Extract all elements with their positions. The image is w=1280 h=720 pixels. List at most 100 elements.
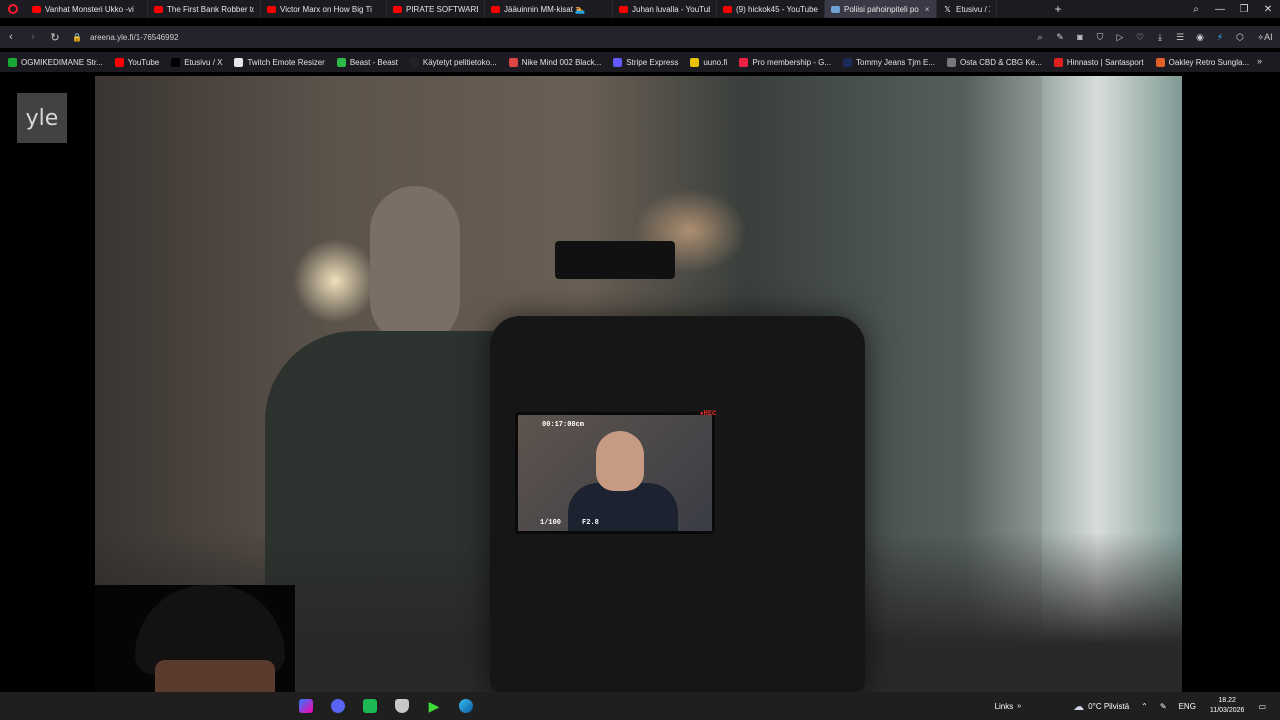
profile-icon[interactable]: ◉	[1190, 26, 1210, 48]
tab[interactable]: 𝕏 Etusivu / X	[937, 0, 997, 18]
youtube-icon	[154, 5, 163, 13]
bookmark-label: Oakley Retro Sungla...	[1168, 57, 1250, 67]
url-text: areena.yle.fi/1-76546992	[89, 32, 179, 42]
play-app-icon[interactable]: ▶	[418, 692, 450, 720]
links-label: Links	[994, 701, 1014, 711]
reload-button[interactable]: ↻	[44, 26, 66, 48]
bookmark-item[interactable]: Nike Mind 002 Black...	[508, 57, 602, 67]
tab[interactable]: The First Bank Robber to E	[148, 0, 261, 18]
bookmark-label: Nike Mind 002 Black...	[521, 57, 602, 67]
restore-button[interactable]: ❐	[1232, 0, 1256, 18]
ai-label: AI	[1264, 32, 1273, 42]
tab[interactable]: Victor Marx on How Big Ti	[261, 0, 387, 18]
clock-time: 18.22	[1218, 697, 1236, 704]
minimize-button[interactable]: —	[1208, 0, 1232, 18]
tab[interactable]: Juhan luvalla - YouTube	[613, 0, 717, 18]
edit-icon[interactable]: ✎	[1050, 26, 1070, 48]
heart-icon[interactable]: ♡	[1130, 26, 1150, 48]
copilot-icon[interactable]	[290, 692, 322, 720]
forward-button[interactable]: ›	[22, 26, 44, 48]
bookmark-item[interactable]: Pro membership - G...	[739, 57, 831, 67]
tab-label: The First Bank Robber to E	[167, 4, 254, 14]
bookmark-label: Beast - Beast	[349, 57, 398, 67]
bookmark-label: YouTube	[127, 57, 160, 67]
bookmark-item[interactable]: Oakley Retro Sungla...	[1155, 57, 1250, 67]
bookmark-item[interactable]: Stripe Express	[613, 57, 679, 67]
system-tray: Links» ☁ 0°C Pilvistä ⌃ ✎ ENG 18.22 11/03…	[989, 692, 1280, 720]
bookmark-item[interactable]: Osta CBD & CBG Ke...	[947, 57, 1042, 67]
pen-icon[interactable]: ✎	[1154, 702, 1173, 711]
extensions-icon[interactable]: ⬡	[1230, 26, 1250, 48]
back-button[interactable]: ‹	[0, 26, 22, 48]
bookmark-item[interactable]: Beast - Beast	[336, 57, 398, 67]
tab-label: Victor Marx on How Big Ti	[280, 4, 372, 14]
bookmark-item[interactable]: Tommy Jeans Tjm E...	[843, 57, 935, 67]
bookmark-item[interactable]: Etusivu / X	[171, 57, 222, 67]
search-page-icon[interactable]: ⌕	[1030, 26, 1050, 48]
tab-close-icon[interactable]: ×	[925, 5, 930, 14]
lcd-aperture: F2.8	[582, 519, 599, 527]
youtube-icon	[32, 5, 41, 13]
tab[interactable]: Poliisi pahoinpiteli po ×	[825, 0, 937, 18]
bookmark-favicon-icon	[613, 57, 623, 67]
aria-icon[interactable]: ⚡	[1210, 26, 1230, 48]
download-icon[interactable]: ⤓	[1150, 26, 1170, 48]
shield-app-icon[interactable]	[386, 692, 418, 720]
notifications-icon[interactable]: ▭	[1252, 702, 1272, 711]
language-indicator[interactable]: ENG	[1173, 702, 1202, 711]
play-icon[interactable]: ▷	[1110, 26, 1130, 48]
camera-top-mount	[555, 241, 675, 279]
bookmark-item[interactable]: Hinnasto | Santasport	[1053, 57, 1144, 67]
bookmark-favicon-icon	[508, 57, 518, 67]
bookmark-item[interactable]: YouTube	[114, 57, 160, 67]
bookmark-item[interactable]: OGMIKEDIMANE Str...	[8, 57, 103, 67]
taskbar-apps: ▶	[290, 692, 482, 720]
tab[interactable]: PIRATE SOFTWARE TRIED	[387, 0, 485, 18]
clock[interactable]: 18.22 11/03/2026	[1202, 696, 1253, 716]
bookmark-favicon-icon	[171, 57, 181, 67]
bookmark-favicon-icon	[739, 57, 749, 67]
url-field[interactable]: 🔒 areena.yle.fi/1-76546992	[72, 33, 178, 42]
tray-chevron-icon[interactable]: ⌃	[1135, 702, 1154, 711]
bookmark-label: Käytetyt pelitietoko...	[422, 57, 497, 67]
clock-date: 11/03/2026	[1209, 707, 1245, 714]
tab[interactable]: Jääuinnin MM-kisat 🏊🏻	[485, 0, 613, 18]
weather-widget[interactable]: ☁ 0°C Pilvistä	[1067, 700, 1135, 713]
new-tab-button[interactable]: +	[1049, 0, 1067, 18]
bookmark-label: Stripe Express	[626, 57, 679, 67]
tab-label: (9) hickok45 - YouTube	[736, 4, 818, 14]
bookmark-favicon-icon	[234, 57, 244, 67]
lock-icon: 🔒	[72, 32, 82, 42]
tab[interactable]: (9) hickok45 - YouTube	[717, 0, 825, 18]
bookmark-favicon-icon	[947, 57, 957, 67]
tab-label: Juhan luvalla - YouTube	[632, 4, 710, 14]
bookmark-item[interactable]: Käytetyt pelitietoko...	[409, 57, 497, 67]
spotify-like-icon[interactable]	[354, 692, 386, 720]
shield-icon[interactable]: ⛉	[1090, 26, 1110, 48]
ai-button[interactable]: ✧ AI	[1250, 26, 1280, 48]
tab[interactable]: Vanhat Monsteri Ukko -vi	[26, 0, 148, 18]
bookmarks-more-button[interactable]: »	[1257, 56, 1262, 66]
tab-label: Vanhat Monsteri Ukko -vi	[45, 4, 134, 14]
camera-lcd-screen: 00:17:00cm 1/100 F2.8	[515, 412, 715, 534]
close-button[interactable]: ✕	[1256, 0, 1280, 18]
address-bar: ‹ › ↻ 🔒 areena.yle.fi/1-76546992 ⌕ ✎ ◙ ⛉…	[0, 26, 1280, 48]
links-toolbar[interactable]: Links»	[989, 702, 1028, 711]
bookmark-item[interactable]: Twitch Emote Resizer	[234, 57, 325, 67]
lcd-subject-face	[596, 431, 644, 491]
menu-icon[interactable]: ☰	[1170, 26, 1190, 48]
tab-search-icon[interactable]: ⌕	[1184, 0, 1208, 18]
tab-strip: Vanhat Monsteri Ukko -vi The First Bank R…	[26, 0, 997, 18]
tab-label: Poliisi pahoinpiteli po	[844, 4, 919, 14]
youtube-icon	[723, 5, 732, 13]
bookmark-item[interactable]: uuno.fi	[690, 57, 727, 67]
x-icon: 𝕏	[944, 4, 951, 14]
discord-icon[interactable]	[322, 692, 354, 720]
bookmarks-bar: OGMIKEDIMANE Str... YouTube Etusivu / X Twi…	[0, 52, 1280, 72]
opera-menu-icon[interactable]	[0, 0, 26, 18]
edge-icon[interactable]	[450, 692, 482, 720]
bookmark-favicon-icon	[8, 57, 17, 67]
camera-icon[interactable]: ◙	[1070, 26, 1090, 48]
bookmark-favicon-icon	[1155, 57, 1165, 67]
bookmark-favicon-icon	[843, 57, 853, 67]
